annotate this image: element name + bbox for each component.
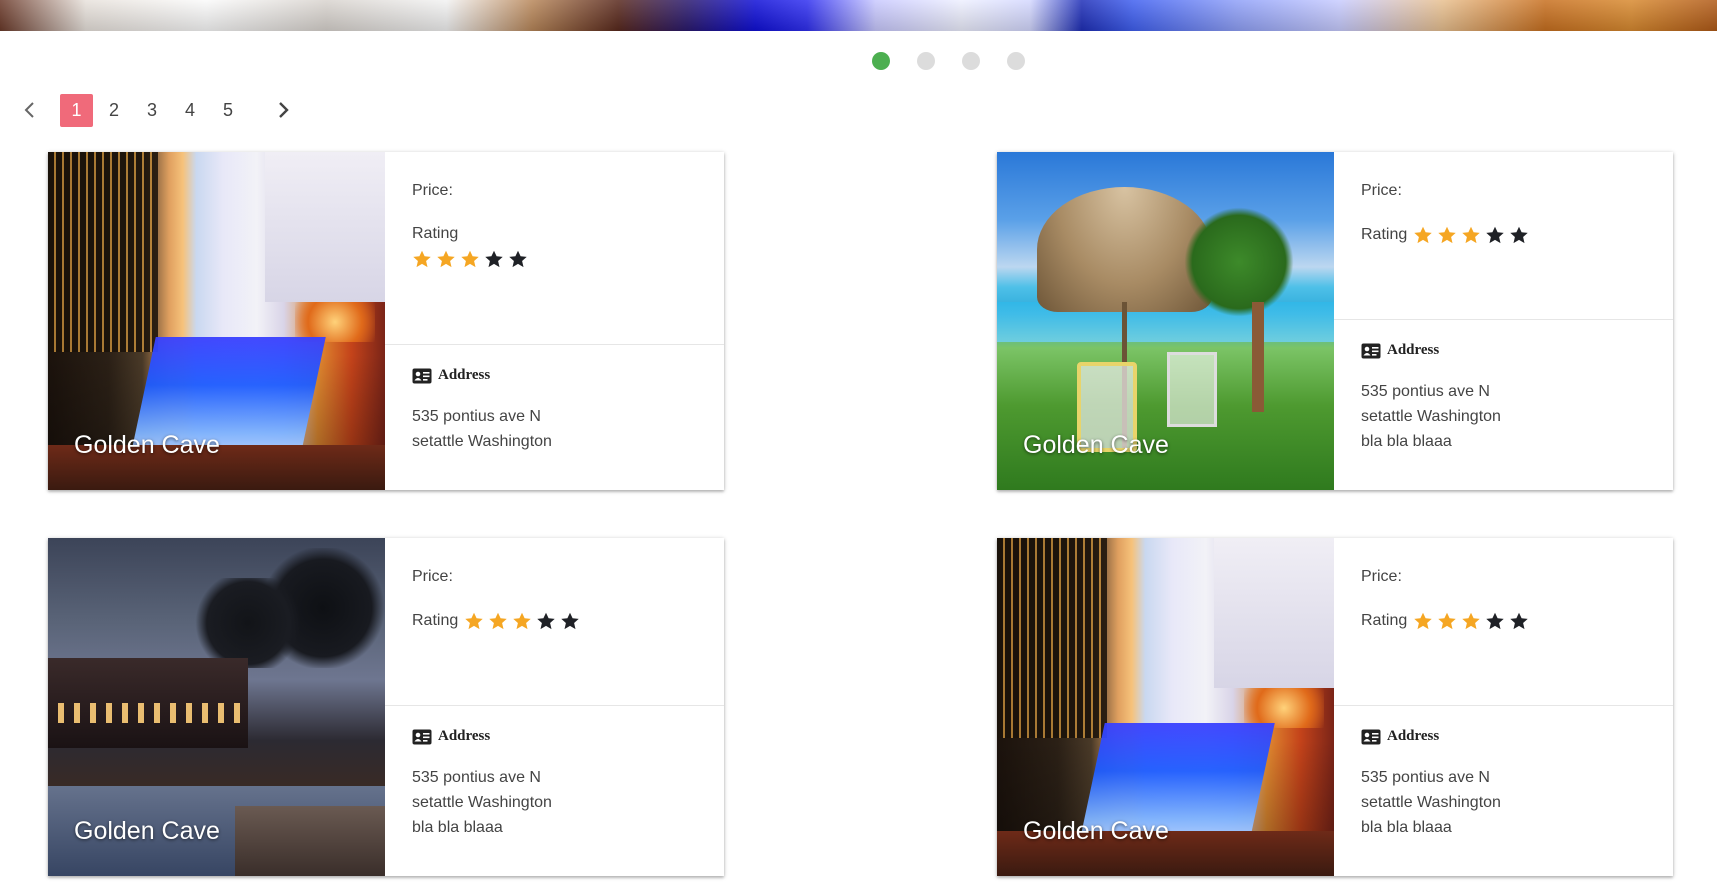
hotel-card[interactable]: Golden Cave Price: Rating Address 535 po…	[48, 152, 724, 490]
address-line: 535 pontius ave N	[1361, 769, 1490, 786]
star-filled-icon	[513, 612, 531, 630]
address-heading: Address	[412, 728, 697, 745]
hotel-card[interactable]: Golden Cave Price: Rating Address 535 po…	[997, 538, 1673, 876]
id-card-icon	[1361, 729, 1381, 744]
address-line: 535 pontius ave N	[1361, 383, 1490, 400]
hotel-title: Golden Cave	[1023, 431, 1169, 459]
address-line: 535 pontius ave N	[412, 408, 541, 425]
rating-stars	[1413, 611, 1529, 631]
star-filled-icon	[1414, 226, 1432, 244]
page-link-1[interactable]: 1	[60, 93, 93, 127]
hotel-title: Golden Cave	[1023, 817, 1169, 845]
hotel-photo[interactable]: Golden Cave	[48, 152, 385, 490]
page-link-4[interactable]: 4	[173, 93, 207, 127]
price-label: Price:	[1361, 182, 1402, 199]
star-filled-icon	[1438, 612, 1456, 630]
hotel-photo[interactable]: Golden Cave	[997, 538, 1334, 876]
hotel-title: Golden Cave	[74, 817, 220, 845]
star-empty-icon	[537, 612, 555, 630]
address-label: Address	[438, 367, 491, 383]
address-heading: Address	[1361, 342, 1646, 359]
hotel-card[interactable]: Golden Cave Price: Rating Address 535 po…	[48, 538, 724, 876]
star-filled-icon	[1438, 226, 1456, 244]
star-filled-icon	[489, 612, 507, 630]
price-label: Price:	[412, 182, 453, 199]
chevron-right-icon[interactable]	[273, 94, 295, 126]
address-label: Address	[1387, 728, 1440, 744]
id-card-icon	[412, 729, 432, 744]
star-filled-icon	[1462, 612, 1480, 630]
page-link-3[interactable]: 3	[135, 93, 169, 127]
address-line: setattle Washington	[412, 433, 552, 450]
star-empty-icon	[561, 612, 579, 630]
star-filled-icon	[1414, 612, 1432, 630]
star-empty-icon	[1510, 612, 1528, 630]
address-line: setattle Washington	[1361, 794, 1501, 811]
pagination: 1 2 3 4 5	[18, 92, 295, 128]
address-label: Address	[438, 728, 491, 744]
page-link-2[interactable]: 2	[97, 93, 131, 127]
star-empty-icon	[485, 250, 503, 268]
address-line: setattle Washington	[1361, 408, 1501, 425]
rating-stars	[464, 611, 580, 631]
carousel-dot-3[interactable]	[962, 52, 980, 70]
address-line: setattle Washington	[412, 794, 552, 811]
star-filled-icon	[413, 250, 431, 268]
carousel-dot-1[interactable]	[872, 52, 890, 70]
hotel-photo[interactable]: Golden Cave	[48, 538, 385, 876]
rating-label: Rating	[1361, 612, 1408, 629]
address-lines: 535 pontius ave N setattle Washington bl…	[1361, 379, 1646, 454]
address-line: 535 pontius ave N	[412, 769, 541, 786]
rating-label: Rating	[412, 225, 459, 242]
rating-stars	[1413, 225, 1529, 245]
address-heading: Address	[412, 367, 697, 384]
star-empty-icon	[1486, 612, 1504, 630]
star-filled-icon	[465, 612, 483, 630]
id-card-icon	[1361, 343, 1381, 358]
address-lines: 535 pontius ave N setattle Washington	[412, 404, 697, 454]
price-label: Price:	[1361, 568, 1402, 585]
hotel-card[interactable]: Golden Cave Price: Rating Address 535 po…	[997, 152, 1673, 490]
carousel-dot-4[interactable]	[1007, 52, 1025, 70]
price-label: Price:	[412, 568, 453, 585]
address-heading: Address	[1361, 728, 1646, 745]
carousel-dot-2[interactable]	[917, 52, 935, 70]
hotel-title: Golden Cave	[74, 431, 220, 459]
hotel-photo[interactable]: Golden Cave	[997, 152, 1334, 490]
star-filled-icon	[1462, 226, 1480, 244]
star-empty-icon	[509, 250, 527, 268]
hero-banner-image	[0, 0, 1717, 31]
star-filled-icon	[437, 250, 455, 268]
star-empty-icon	[1486, 226, 1504, 244]
address-lines: 535 pontius ave N setattle Washington bl…	[1361, 765, 1646, 840]
carousel-indicators	[872, 52, 1025, 70]
rating-stars	[412, 249, 528, 269]
rating-label: Rating	[1361, 226, 1408, 243]
address-line: bla bla blaaa	[1361, 819, 1452, 836]
star-empty-icon	[1510, 226, 1528, 244]
star-filled-icon	[461, 250, 479, 268]
chevron-left-icon[interactable]	[18, 94, 40, 126]
address-line: bla bla blaaa	[1361, 433, 1452, 450]
address-label: Address	[1387, 342, 1440, 358]
address-lines: 535 pontius ave N setattle Washington bl…	[412, 765, 697, 840]
rating-label: Rating	[412, 612, 459, 629]
id-card-icon	[412, 368, 432, 383]
page-link-5[interactable]: 5	[211, 93, 245, 127]
address-line: bla bla blaaa	[412, 819, 503, 836]
